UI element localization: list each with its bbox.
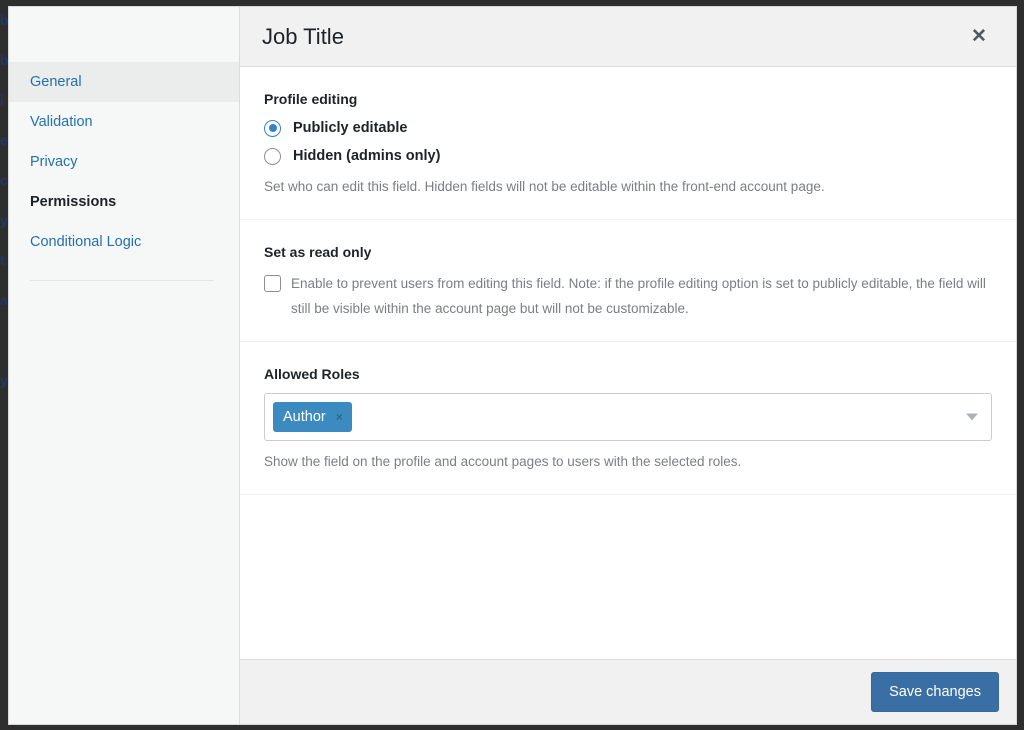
sidebar-item-label: Conditional Logic	[30, 234, 142, 250]
radio-label: Hidden (admins only)	[293, 148, 441, 164]
role-tag-author[interactable]: Author ×	[273, 402, 352, 432]
sidebar-item-general[interactable]: General	[9, 62, 239, 102]
sidebar-item-conditional-logic[interactable]: Conditional Logic	[9, 222, 239, 262]
field-settings-modal: General Validation Privacy Permissions C…	[9, 7, 1016, 724]
allowed-roles-select[interactable]: Author ×	[264, 393, 992, 441]
modal-pane: Job Title ✕ Profile editing Publicly edi…	[240, 7, 1016, 724]
allowed-roles-help-text: Show the field on the profile and accoun…	[264, 454, 742, 469]
modal-sidebar: General Validation Privacy Permissions C…	[9, 7, 240, 724]
section-title: Set as read only	[264, 244, 372, 260]
radio-mark-selected	[264, 119, 281, 137]
modal-header: Job Title ✕	[240, 7, 1016, 67]
profile-editing-help-text: Set who can edit this field. Hidden fiel…	[264, 179, 825, 194]
modal-body: Profile editing Publicly editable Hidden…	[240, 67, 1016, 659]
sidebar-item-privacy[interactable]: Privacy	[9, 142, 239, 182]
chevron-down-icon[interactable]	[966, 413, 978, 421]
checkbox-mark	[264, 275, 281, 292]
section-profile-editing: Profile editing Publicly editable Hidden…	[240, 67, 1016, 220]
save-changes-button[interactable]: Save changes	[871, 672, 999, 712]
sidebar-divider	[30, 280, 214, 281]
section-title: Profile editing	[264, 91, 358, 107]
radio-publicly-editable[interactable]: Publicly editable	[264, 118, 992, 138]
section-title: Allowed Roles	[264, 366, 360, 382]
remove-tag-icon[interactable]: ×	[336, 411, 343, 423]
role-tag-label: Author	[283, 409, 326, 425]
sidebar-item-label: Privacy	[30, 154, 78, 170]
page-title: Job Title	[262, 23, 344, 49]
sidebar-item-label: General	[30, 74, 82, 90]
checkbox-set-as-read-only[interactable]: Enable to prevent users from editing thi…	[264, 271, 992, 321]
section-read-only: Set as read only Enable to prevent users…	[240, 220, 1016, 342]
sidebar-item-validation[interactable]: Validation	[9, 102, 239, 142]
sidebar-item-label: Permissions	[30, 194, 117, 210]
close-icon[interactable]: ✕	[964, 22, 994, 52]
checkbox-label: Enable to prevent users from editing thi…	[291, 276, 986, 316]
sidebar-item-permissions[interactable]: Permissions	[9, 182, 239, 222]
radio-hidden-admins-only[interactable]: Hidden (admins only)	[264, 146, 992, 166]
modal-footer: Save changes	[240, 659, 1016, 724]
sidebar-item-label: Validation	[30, 114, 93, 130]
radio-mark-unselected	[264, 147, 281, 165]
section-allowed-roles: Allowed Roles Author × Show the field on…	[240, 342, 1016, 495]
radio-label: Publicly editable	[293, 120, 408, 136]
